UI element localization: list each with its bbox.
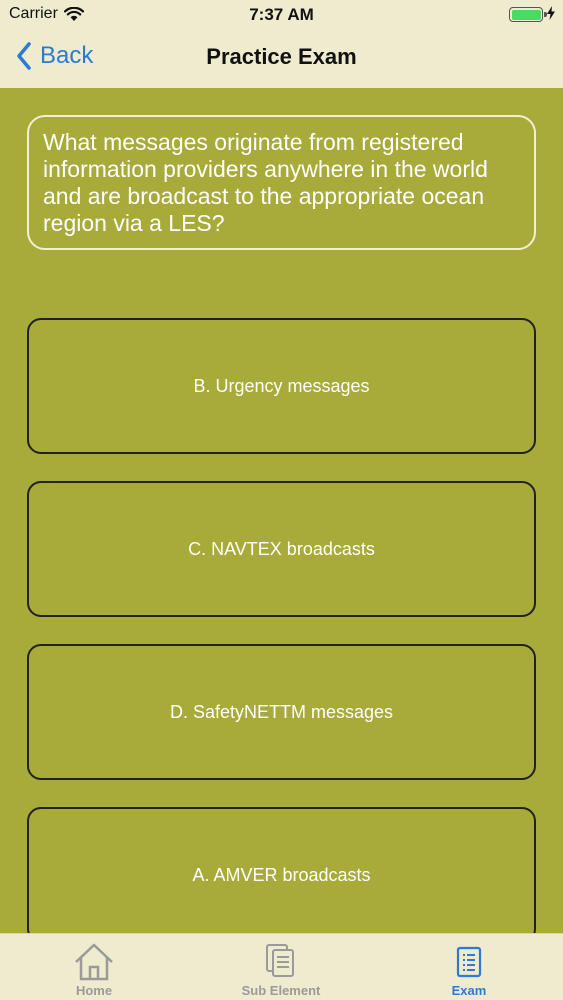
answer-option-a[interactable]: A. AMVER broadcasts bbox=[27, 807, 536, 943]
answer-label: C. NAVTEX broadcasts bbox=[188, 538, 375, 559]
tab-bar: Home Sub Element Exam bbox=[0, 933, 563, 1000]
list-icon bbox=[456, 946, 482, 978]
answer-label: B. Urgency messages bbox=[193, 375, 370, 396]
tab-home[interactable]: Home bbox=[0, 934, 188, 1000]
status-time: 7:37 AM bbox=[249, 5, 314, 24]
status-bar: Carrier 7:37 AM bbox=[0, 0, 563, 30]
answer-option-b[interactable]: B. Urgency messages bbox=[27, 318, 536, 454]
home-icon bbox=[75, 943, 113, 981]
answer-option-c[interactable]: C. NAVTEX broadcasts bbox=[27, 481, 536, 617]
tab-exam[interactable]: Exam bbox=[375, 934, 563, 1000]
answer-label: D. SafetyNETTM messages bbox=[169, 701, 394, 722]
answer-option-d[interactable]: D. SafetyNETTM messages bbox=[27, 644, 536, 780]
tab-exam-label: Exam bbox=[451, 983, 487, 998]
tab-home-label: Home bbox=[75, 983, 113, 998]
battery-icon bbox=[509, 7, 547, 22]
charging-bolt-icon bbox=[547, 6, 555, 20]
page-title: Practice Exam bbox=[206, 44, 357, 69]
question-text: What messages originate from registered … bbox=[43, 129, 488, 236]
tab-sub-element[interactable]: Sub Element bbox=[187, 934, 375, 1000]
answer-label: A. AMVER broadcasts bbox=[192, 864, 371, 885]
tab-sub-element-label: Sub Element bbox=[241, 983, 321, 998]
question-box: What messages originate from registered … bbox=[27, 115, 536, 250]
documents-icon bbox=[266, 944, 294, 977]
battery-fill bbox=[511, 9, 541, 20]
navigation-bar: Back Practice Exam bbox=[0, 30, 563, 88]
